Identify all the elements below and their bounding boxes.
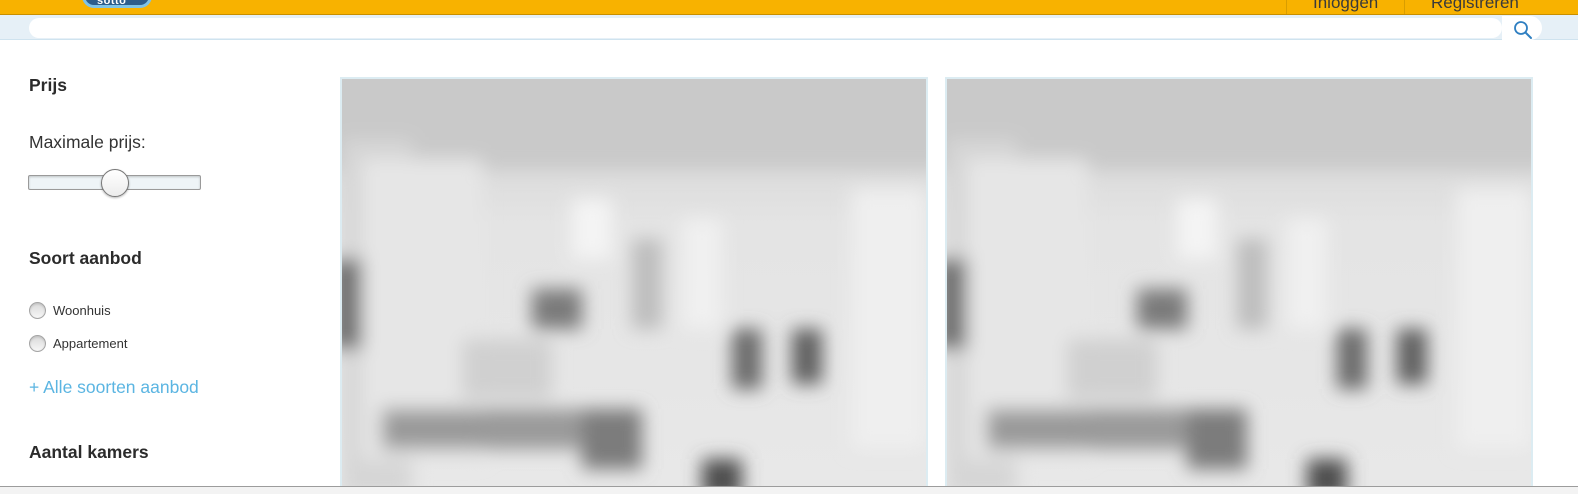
listing-card[interactable] — [945, 77, 1533, 494]
search-icon — [1514, 21, 1532, 39]
search-button[interactable] — [1502, 16, 1542, 40]
top-header-bar: sotto Inloggen Registreren — [0, 0, 1578, 15]
logo-text: sotto — [97, 0, 127, 7]
radio-button[interactable] — [29, 301, 46, 319]
max-price-label: Maximale prijs: — [29, 132, 146, 152]
radio-label: Woonhuis — [53, 302, 111, 318]
site-logo[interactable]: sotto — [82, 0, 152, 8]
listing-card[interactable] — [340, 77, 928, 494]
window-bottom-edge — [0, 486, 1578, 494]
search-bar — [0, 15, 1578, 40]
radio-button[interactable] — [29, 334, 46, 352]
rooms-heading: Aantal kamers — [29, 442, 149, 462]
price-heading: Prijs — [29, 75, 67, 95]
offer-type-option-woonhuis[interactable]: Woonhuis — [29, 300, 111, 320]
search-input[interactable] — [29, 18, 1502, 38]
listing-photo — [947, 79, 1531, 494]
listing-photo — [342, 79, 926, 494]
offer-type-heading: Soort aanbod — [29, 248, 142, 268]
all-offer-types-link[interactable]: + Alle soorten aanbod — [29, 377, 199, 398]
max-price-slider-handle[interactable] — [100, 169, 129, 197]
radio-label: Appartement — [53, 335, 128, 351]
register-link[interactable]: Registreren — [1404, 0, 1578, 14]
login-link[interactable]: Inloggen — [1286, 0, 1404, 14]
offer-type-option-appartement[interactable]: Appartement — [29, 333, 127, 353]
